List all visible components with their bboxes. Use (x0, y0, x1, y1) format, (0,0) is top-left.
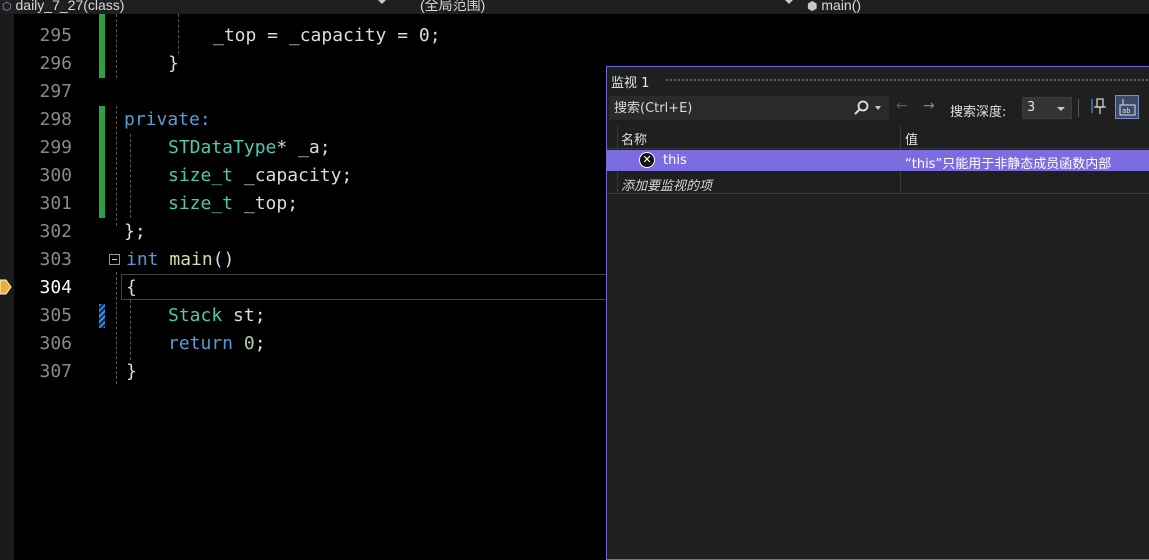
code-line: } (168, 53, 179, 74)
indent-guide (116, 14, 117, 78)
column-divider (900, 172, 901, 193)
chevron-down-icon[interactable] (378, 0, 386, 4)
line-number: 305 (39, 305, 72, 326)
line-number: 299 (39, 137, 72, 158)
project-icon: ⬡ (2, 1, 12, 13)
indent-guide (178, 14, 179, 54)
line-number: 297 (39, 81, 72, 102)
line-number: 303 (39, 249, 72, 270)
change-indicator (99, 106, 105, 218)
pin-icon (1091, 98, 1106, 114)
line-number: 306 (39, 333, 72, 354)
code-line: private: (124, 109, 211, 130)
watch-item-name[interactable]: this (663, 153, 687, 168)
line-number: 302 (39, 221, 72, 242)
code-line: size_t _capacity; (168, 165, 353, 186)
chevron-down-icon (1057, 107, 1065, 111)
instruction-pointer-icon (0, 279, 12, 295)
chevron-down-icon[interactable] (875, 106, 881, 110)
chevron-down-icon[interactable] (785, 0, 793, 4)
code-line: Stack st; (168, 305, 266, 326)
hex-display-toggle[interactable]: ab (1115, 95, 1139, 119)
watch-grid-header: 名称 值 (607, 126, 1149, 149)
current-line-highlight (121, 274, 607, 300)
line-number: 295 (39, 25, 72, 46)
code-line: return 0; (168, 333, 266, 354)
line-number: 300 (39, 165, 72, 186)
project-dropdown[interactable]: ⬡ daily_7_27(class) (2, 0, 124, 14)
column-header-value[interactable]: 值 (905, 129, 918, 148)
code-line: }; (124, 221, 146, 242)
code-line: int main() (126, 249, 235, 270)
indent-guide (116, 272, 117, 384)
search-depth-value: 3 (1027, 100, 1036, 115)
ab-icon: ab (1119, 99, 1136, 116)
scope-dropdown[interactable]: (全局范围) (420, 0, 485, 14)
watch-window[interactable]: 监视 1 ← → 搜索深度: 3 ab 名称 值 (606, 66, 1149, 560)
line-number: 296 (39, 53, 72, 74)
add-watch-item[interactable]: 添加要监视的项 (621, 175, 712, 194)
pin-button[interactable] (1091, 97, 1109, 119)
toolbar-separator (1078, 99, 1079, 117)
line-number: 301 (39, 193, 72, 214)
code-line: _top = _capacity = 0; (213, 25, 441, 46)
unsaved-change-indicator (99, 304, 105, 328)
watch-search-box[interactable] (609, 96, 889, 120)
function-dropdown[interactable]: ⬢ main() (807, 0, 861, 14)
search-depth-label: 搜索深度: (950, 105, 1007, 120)
watch-search-input[interactable] (611, 96, 850, 120)
indent-guide (116, 106, 117, 226)
code-line: STDataType* _a; (168, 137, 331, 158)
change-indicator (99, 14, 105, 78)
watch-item-value[interactable]: “this”只能用于非静态成员函数内部 (905, 153, 1149, 172)
line-number-current: 304 (39, 277, 72, 298)
arrow-right-icon[interactable]: → (923, 98, 935, 114)
cube-icon: ⬢ (807, 0, 818, 13)
column-header-name[interactable]: 名称 (621, 129, 647, 148)
code-line: } (126, 361, 137, 382)
watch-row[interactable]: ✕ this “this”只能用于非静态成员函数内部 (607, 150, 1149, 172)
line-number: 298 (39, 109, 72, 130)
code-line: size_t _top; (168, 193, 299, 214)
search-depth-select[interactable]: 3 (1022, 97, 1072, 119)
project-label: daily_7_27(class) (15, 0, 125, 13)
add-watch-row[interactable]: 添加要监视的项 (607, 172, 1149, 194)
drag-grip[interactable] (665, 78, 1149, 82)
error-icon: ✕ (639, 152, 655, 168)
indent-guide (130, 134, 131, 218)
search-icon[interactable] (853, 100, 869, 116)
svg-text:ab: ab (1122, 107, 1130, 115)
collapse-toggle[interactable] (109, 254, 120, 265)
navigation-bar: ⬡ daily_7_27(class) (全局范围) ⬢ main() (0, 0, 1149, 14)
indent-guide (130, 300, 131, 360)
watch-title[interactable]: 监视 1 (611, 72, 649, 91)
line-number: 307 (39, 361, 72, 382)
code-line: { (126, 277, 137, 298)
arrow-left-icon[interactable]: ← (896, 98, 908, 114)
function-label: main() (821, 0, 862, 13)
scope-label: (全局范围) (420, 0, 486, 13)
